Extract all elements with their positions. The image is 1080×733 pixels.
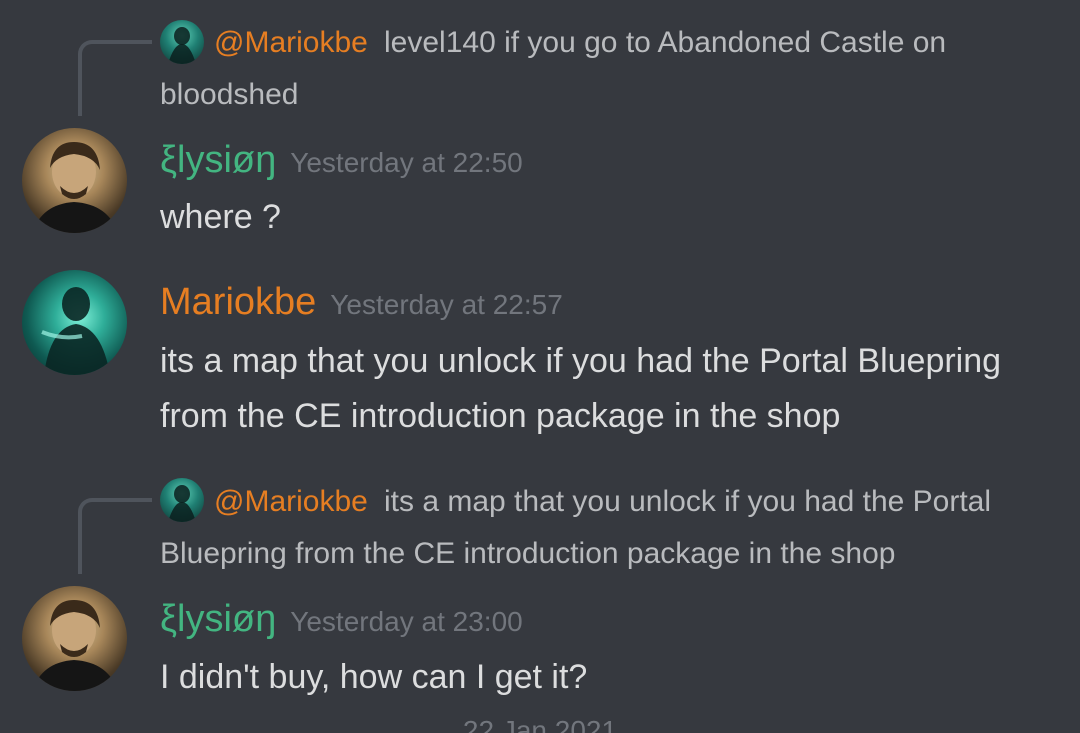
message-text: its a map that you unlock if you had the… bbox=[160, 334, 1060, 444]
avatar-portrait-icon bbox=[32, 142, 118, 233]
reply-preview[interactable]: its a map that you unlock if you had the… bbox=[160, 476, 1040, 580]
message-header: ξlysiøŋ Yesterday at 23:00 bbox=[160, 597, 523, 644]
avatar-elysion[interactable] bbox=[22, 128, 127, 233]
avatar-mariokbe[interactable] bbox=[22, 270, 127, 375]
avatar-portrait-icon bbox=[32, 600, 118, 691]
author-name[interactable]: Mariokbe bbox=[160, 281, 316, 323]
message-line: from the CE introduction package in the … bbox=[160, 397, 841, 435]
timestamp[interactable]: Yesterday at 23:00 bbox=[290, 606, 522, 637]
message-text: where ? bbox=[160, 190, 1060, 245]
avatar-elysion[interactable] bbox=[22, 586, 127, 691]
avatar-figure-icon bbox=[41, 287, 110, 375]
message-line: its a map that you unlock if you had the… bbox=[160, 342, 1002, 380]
message-text: I didn't buy, how can I get it? bbox=[160, 650, 1060, 705]
message-header: Mariokbe Yesterday at 22:57 bbox=[160, 280, 563, 327]
timestamp[interactable]: Yesterday at 22:50 bbox=[290, 147, 522, 178]
message-line: I didn't buy, how can I get it? bbox=[160, 658, 588, 696]
timestamp[interactable]: Yesterday at 22:57 bbox=[330, 289, 562, 320]
message-header: ξlysiøŋ Yesterday at 22:50 bbox=[160, 138, 523, 185]
author-name[interactable]: ξlysiøŋ bbox=[160, 598, 276, 640]
chat-messages: @Mariokbe level140 if you go to Abandone… bbox=[0, 0, 1080, 733]
reply-preview-text: its a map that you unlock if you had the… bbox=[160, 485, 992, 570]
reply-connector bbox=[78, 498, 152, 574]
reply-preview-text: level140 if you go to Abandoned Castle o… bbox=[160, 26, 947, 111]
message-line: where ? bbox=[160, 198, 281, 236]
reply-preview[interactable]: level140 if you go to Abandoned Castle o… bbox=[160, 17, 1040, 121]
author-name[interactable]: ξlysiøŋ bbox=[160, 139, 276, 181]
reply-connector bbox=[78, 40, 152, 116]
date-divider: 22 Jan 2021 bbox=[462, 715, 618, 733]
